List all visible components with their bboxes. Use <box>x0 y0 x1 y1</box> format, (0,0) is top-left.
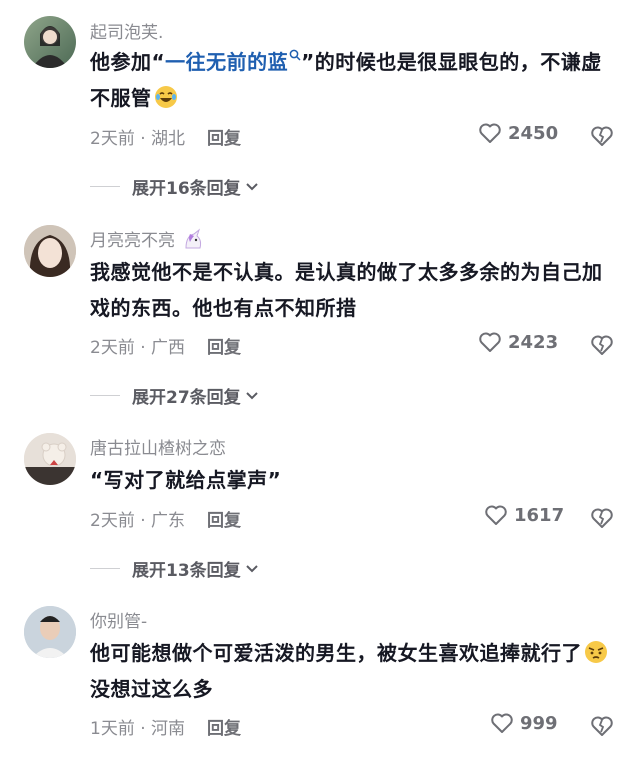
comment-text: “写对了就给点掌声” <box>90 468 282 492</box>
reply-button[interactable]: 回复 <box>207 129 241 149</box>
chevron-down-icon <box>245 564 258 572</box>
like-count: 2450 <box>508 122 559 144</box>
like-count: 999 <box>520 712 558 734</box>
broken-heart-icon[interactable] <box>590 124 614 148</box>
avatar[interactable] <box>24 16 76 68</box>
topic-link[interactable]: 一往无前的蓝 <box>165 49 301 74</box>
like-button[interactable]: 2423 <box>478 331 558 353</box>
chevron-down-icon <box>245 182 258 190</box>
broken-heart-icon[interactable] <box>590 714 614 738</box>
pleading-emoji <box>585 641 607 663</box>
unicorn-emoji <box>185 228 202 249</box>
comment-text-part: 他参加“ <box>90 50 166 74</box>
comment-text-part: 没想过这么多 <box>90 677 213 701</box>
search-icon <box>289 49 301 61</box>
avatar-image <box>24 606 76 658</box>
time-location: 2天前 · 广西 <box>90 338 186 358</box>
topic-link-label: 一往无前的蓝 <box>165 50 289 74</box>
divider <box>90 395 120 396</box>
reply-button[interactable]: 回复 <box>207 719 241 739</box>
time-location: 2天前 · 广东 <box>90 511 186 531</box>
time-location: 1天前 · 河南 <box>90 719 186 739</box>
broken-heart-icon[interactable] <box>590 506 614 530</box>
expand-replies-button[interactable]: 展开16条回复 <box>90 174 259 199</box>
comment-meta: 2天前 · 广西 回复 <box>90 333 241 358</box>
heart-outline-icon <box>485 505 507 525</box>
broken-heart-icon[interactable] <box>590 333 614 357</box>
avatar[interactable] <box>24 225 76 277</box>
expand-replies-label: 展开16条回复 <box>132 179 241 199</box>
avatar-image <box>24 433 76 485</box>
username[interactable]: 唐古拉山楂树之恋 <box>90 434 226 459</box>
avatar-image <box>32 26 68 68</box>
username[interactable]: 起司泡芙. <box>90 18 163 43</box>
heart-outline-icon <box>479 123 501 143</box>
comment-text-part: 他可能想做个可爱活泼的男生，被女生喜欢追捧就行了 <box>90 641 582 665</box>
comment-meta: 2天前 · 湖北 回复 <box>90 124 241 149</box>
like-count: 2423 <box>508 331 559 353</box>
comment-text: 他可能想做个可爱活泼的男生，被女生喜欢追捧就行了没想过这么多 <box>90 635 615 707</box>
expand-replies-button[interactable]: 展开27条回复 <box>90 383 259 408</box>
avatar[interactable] <box>24 606 76 658</box>
chevron-down-icon <box>245 391 258 399</box>
comment-meta: 2天前 · 广东 回复 <box>90 506 241 531</box>
like-button[interactable]: 1617 <box>484 504 564 526</box>
divider <box>90 568 120 569</box>
expand-replies-label: 展开27条回复 <box>132 388 241 408</box>
avatar-image <box>24 225 76 277</box>
heart-outline-icon <box>491 713 513 733</box>
reply-button[interactable]: 回复 <box>207 511 241 531</box>
reply-button[interactable]: 回复 <box>207 338 241 358</box>
expand-replies-button[interactable]: 展开13条回复 <box>90 556 259 581</box>
divider <box>90 186 120 187</box>
username-label: 月亮亮不亮 <box>90 231 175 251</box>
like-button[interactable]: 2450 <box>478 122 558 144</box>
avatar[interactable] <box>24 433 76 485</box>
laugh-cry-emoji <box>154 86 177 108</box>
like-count: 1617 <box>514 504 565 526</box>
heart-outline-icon <box>479 332 501 352</box>
comment-text: 我感觉他不是不认真。是认真的做了太多多余的为自己加戏的东西。他也有点不知所措 <box>90 260 603 320</box>
username[interactable]: 你别管- <box>90 607 147 632</box>
username[interactable]: 月亮亮不亮 <box>90 226 204 251</box>
expand-replies-label: 展开13条回复 <box>132 561 241 581</box>
time-location: 2天前 · 湖北 <box>90 129 186 149</box>
comment-text: 他参加“一往无前的蓝 ”的时候也是很显眼包的，不谦虚不服管 <box>90 44 615 116</box>
comment-meta: 1天前 · 河南 回复 <box>90 714 241 739</box>
like-button[interactable]: 999 <box>490 712 558 734</box>
